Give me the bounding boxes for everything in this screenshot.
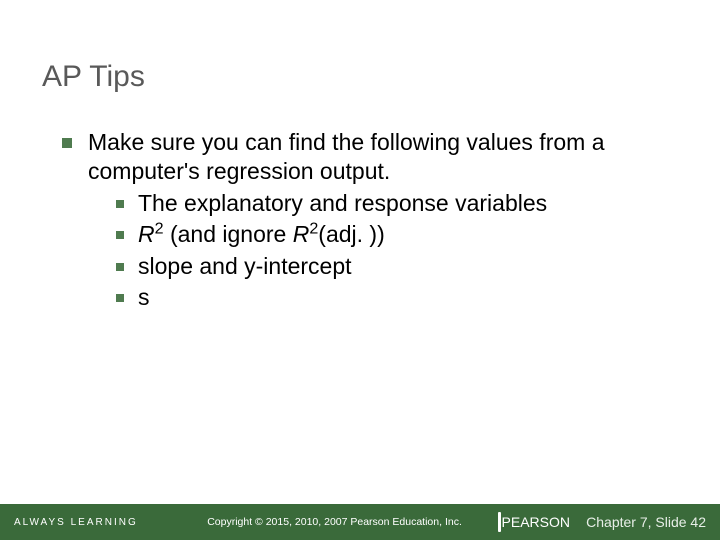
r-symbol: R: [138, 221, 155, 247]
square-bullet-icon: [116, 231, 124, 239]
list-item: s: [116, 283, 682, 312]
sublist: The explanatory and response variables R…: [116, 189, 682, 313]
superscript: 2: [155, 220, 164, 238]
list-item-text: s: [138, 283, 682, 312]
pearson-bar-icon: [498, 512, 501, 532]
always-learning-logo: ALWAYS LEARNING: [14, 517, 138, 528]
r-symbol: R: [293, 221, 310, 247]
square-bullet-icon: [116, 263, 124, 271]
square-bullet-icon: [116, 294, 124, 302]
slide: AP Tips Make sure you can find the follo…: [0, 0, 720, 540]
pearson-logo: PEARSON: [498, 504, 570, 540]
superscript: 2: [309, 220, 318, 238]
copyright-text: Copyright © 2015, 2010, 2007 Pearson Edu…: [207, 516, 462, 528]
pearson-brand-text: PEARSON: [502, 514, 570, 530]
list-item-text: Make sure you can find the following val…: [88, 128, 682, 187]
list-item: slope and y-intercept: [116, 252, 682, 281]
square-bullet-icon: [116, 200, 124, 208]
list-item: Make sure you can find the following val…: [62, 128, 682, 187]
slide-body: Make sure you can find the following val…: [62, 128, 682, 313]
square-bullet-icon: [62, 138, 72, 148]
list-item-text: slope and y-intercept: [138, 252, 682, 281]
chapter-slide-number: Chapter 7, Slide 42: [586, 514, 706, 530]
text-fragment: (and ignore: [164, 221, 293, 247]
list-item: R2 (and ignore R2(adj. )): [116, 220, 682, 249]
text-fragment: (adj. )): [318, 221, 384, 247]
list-item-text: R2 (and ignore R2(adj. )): [138, 220, 682, 249]
footer-bar: ALWAYS LEARNING Copyright © 2015, 2010, …: [0, 504, 720, 540]
list-item-text: The explanatory and response variables: [138, 189, 682, 218]
list-item: The explanatory and response variables: [116, 189, 682, 218]
slide-title: AP Tips: [42, 60, 145, 94]
